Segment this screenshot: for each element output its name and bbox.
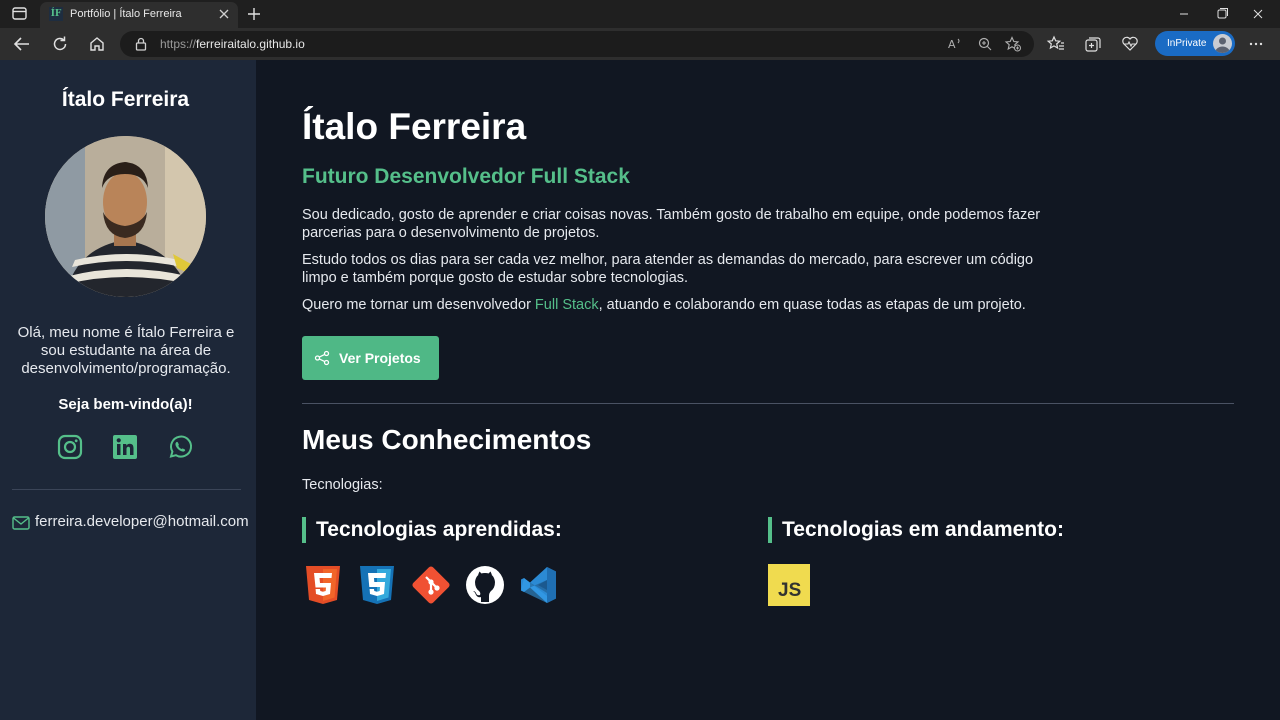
profile-photo — [45, 136, 206, 297]
git-icon — [410, 564, 452, 606]
skills-title: Meus Conhecimentos — [302, 424, 592, 455]
browser-tab[interactable]: ÍF Portfólio | Ítalo Ferreira — [40, 2, 238, 28]
intro-paragraph-1: Sou dedicado, gosto de aprender e criar … — [302, 207, 1041, 241]
close-tab-icon[interactable] — [216, 6, 232, 22]
linkedin-icon[interactable] — [112, 434, 138, 460]
welcome-text: Seja bem-vindo(a)! — [58, 396, 193, 413]
browser-essentials-icon[interactable] — [1120, 34, 1140, 54]
collections-icon[interactable] — [1083, 34, 1103, 54]
address-bar: https://ferreiraitalo.github.io A InPriv… — [0, 28, 1280, 60]
whatsapp-icon[interactable] — [167, 434, 193, 460]
view-projects-button[interactable]: Ver Projetos — [302, 336, 439, 380]
read-aloud-icon[interactable]: A — [946, 36, 964, 52]
section-divider — [302, 403, 1234, 404]
close-window-icon[interactable] — [1246, 4, 1270, 24]
tab-actions-icon[interactable] — [10, 6, 30, 22]
browser-tab-bar: ÍF Portfólio | Ítalo Ferreira — [0, 0, 1280, 28]
technologies-label: Tecnologias: — [302, 477, 383, 493]
full-stack-highlight: Full Stack — [534, 297, 599, 313]
home-icon[interactable] — [85, 33, 109, 55]
back-icon[interactable] — [10, 33, 34, 55]
profile-avatar-icon — [1213, 34, 1232, 53]
intro-paragraph-2: Estudo todos os dias para ser cada vez m… — [302, 252, 1034, 286]
intro-paragraph-3: Quero me tornar um desenvolvedor Full St… — [302, 297, 1026, 313]
new-tab-icon[interactable] — [244, 4, 264, 24]
add-favorite-icon[interactable] — [1004, 36, 1022, 52]
github-icon — [464, 564, 506, 606]
favicon-icon: ÍF — [49, 7, 63, 21]
zoom-icon[interactable] — [976, 36, 994, 52]
url-field[interactable]: https://ferreiraitalo.github.io A — [120, 31, 1034, 57]
share-icon — [314, 350, 330, 366]
more-options-icon[interactable] — [1246, 34, 1266, 54]
inprogress-technologies-heading: Tecnologias em andamento: — [768, 517, 1064, 543]
vscode-icon — [518, 564, 560, 606]
maximize-icon[interactable] — [1210, 4, 1234, 24]
js-badge-label: JS — [778, 580, 802, 601]
css3-icon — [356, 564, 398, 606]
view-projects-label: Ver Projetos — [339, 350, 421, 366]
email-link[interactable]: ferreira.developer@hotmail.com — [35, 513, 249, 530]
javascript-icon: JS — [768, 564, 810, 606]
refresh-icon[interactable] — [48, 33, 72, 55]
mail-icon — [12, 516, 30, 530]
main-content: Ítalo Ferreira Futuro Desenvolvedor Full… — [256, 60, 1280, 720]
learned-technologies-heading: Tecnologias aprendidas: — [302, 517, 562, 543]
url-text: https://ferreiraitalo.github.io — [160, 37, 305, 51]
svg-text:A: A — [948, 38, 956, 51]
favorites-icon[interactable] — [1046, 34, 1066, 54]
page-subtitle: Futuro Desenvolvedor Full Stack — [302, 165, 630, 188]
sidebar-name: Ítalo Ferreira — [61, 88, 190, 111]
instagram-icon[interactable] — [57, 434, 83, 460]
page-title: Ítalo Ferreira — [302, 106, 527, 147]
lock-icon[interactable] — [134, 36, 148, 52]
inprivate-badge[interactable]: InPrivate — [1155, 31, 1235, 56]
minimize-icon[interactable] — [1172, 4, 1196, 24]
inprivate-label: InPrivate — [1167, 38, 1207, 49]
sidebar-bio: Olá, meu nome é Ítalo Ferreira e sou est… — [17, 324, 235, 377]
html5-icon — [302, 564, 344, 606]
sidebar-divider — [12, 489, 241, 490]
tab-title: Portfólio | Ítalo Ferreira — [70, 8, 182, 20]
sidebar: Ítalo Ferreira Olá, meu nome é Ítalo Fer… — [0, 60, 256, 720]
